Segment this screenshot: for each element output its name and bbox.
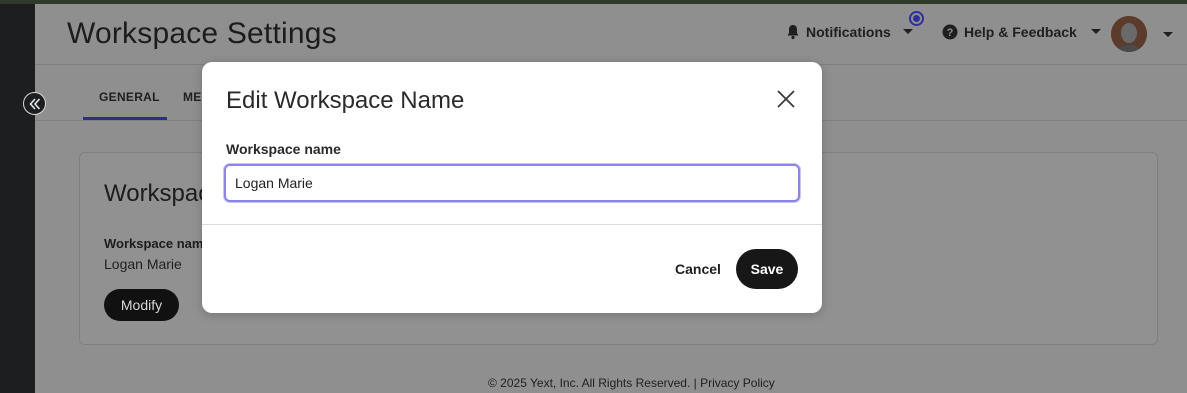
user-avatar-image [1111,16,1147,52]
cancel-button[interactable]: Cancel [666,249,730,289]
workspace-name-label: Workspace name [226,141,341,157]
active-tab-indicator [83,117,167,120]
close-button[interactable] [774,87,798,111]
modify-button[interactable]: Modify [104,289,179,321]
save-button[interactable]: Save [736,249,798,289]
notifications-menu[interactable]: Notifications [786,24,913,40]
svg-text:?: ? [947,27,954,39]
caret-down-icon [902,29,913,34]
edit-workspace-modal: Edit Workspace Name Workspace name Cance… [202,62,822,313]
question-circle-icon: ? [942,24,958,40]
copyright-text: © 2025 Yext, Inc. All Rights Reserved. | [488,376,697,390]
sidebar [0,4,35,393]
privacy-policy-link[interactable]: Privacy Policy [700,376,775,390]
page-header: Workspace Settings Notifications ? Help … [35,4,1187,65]
workspace-name-input[interactable] [224,164,800,202]
card-field-value: Logan Marie [104,256,182,272]
bell-icon [787,25,799,40]
card-field-label: Workspace nam [104,236,204,251]
page-title: Workspace Settings [67,17,337,50]
modal-divider [202,224,822,225]
caret-down-icon [1090,29,1101,34]
caret-down-icon[interactable] [1163,32,1173,38]
sidebar-collapse-button[interactable] [23,92,46,115]
avatar[interactable] [1111,16,1147,52]
help-label: Help & Feedback [964,24,1077,40]
help-feedback-menu[interactable]: ? Help & Feedback [942,24,1101,40]
tab-members[interactable]: ME [183,90,202,104]
double-chevron-left-icon [28,97,40,110]
tab-general[interactable]: GENERAL [99,90,160,104]
card-title: Workspac [104,180,211,207]
notifications-label: Notifications [806,24,891,40]
notification-indicator-dot [909,11,924,26]
modal-title: Edit Workspace Name [226,87,465,114]
close-icon [777,90,795,108]
